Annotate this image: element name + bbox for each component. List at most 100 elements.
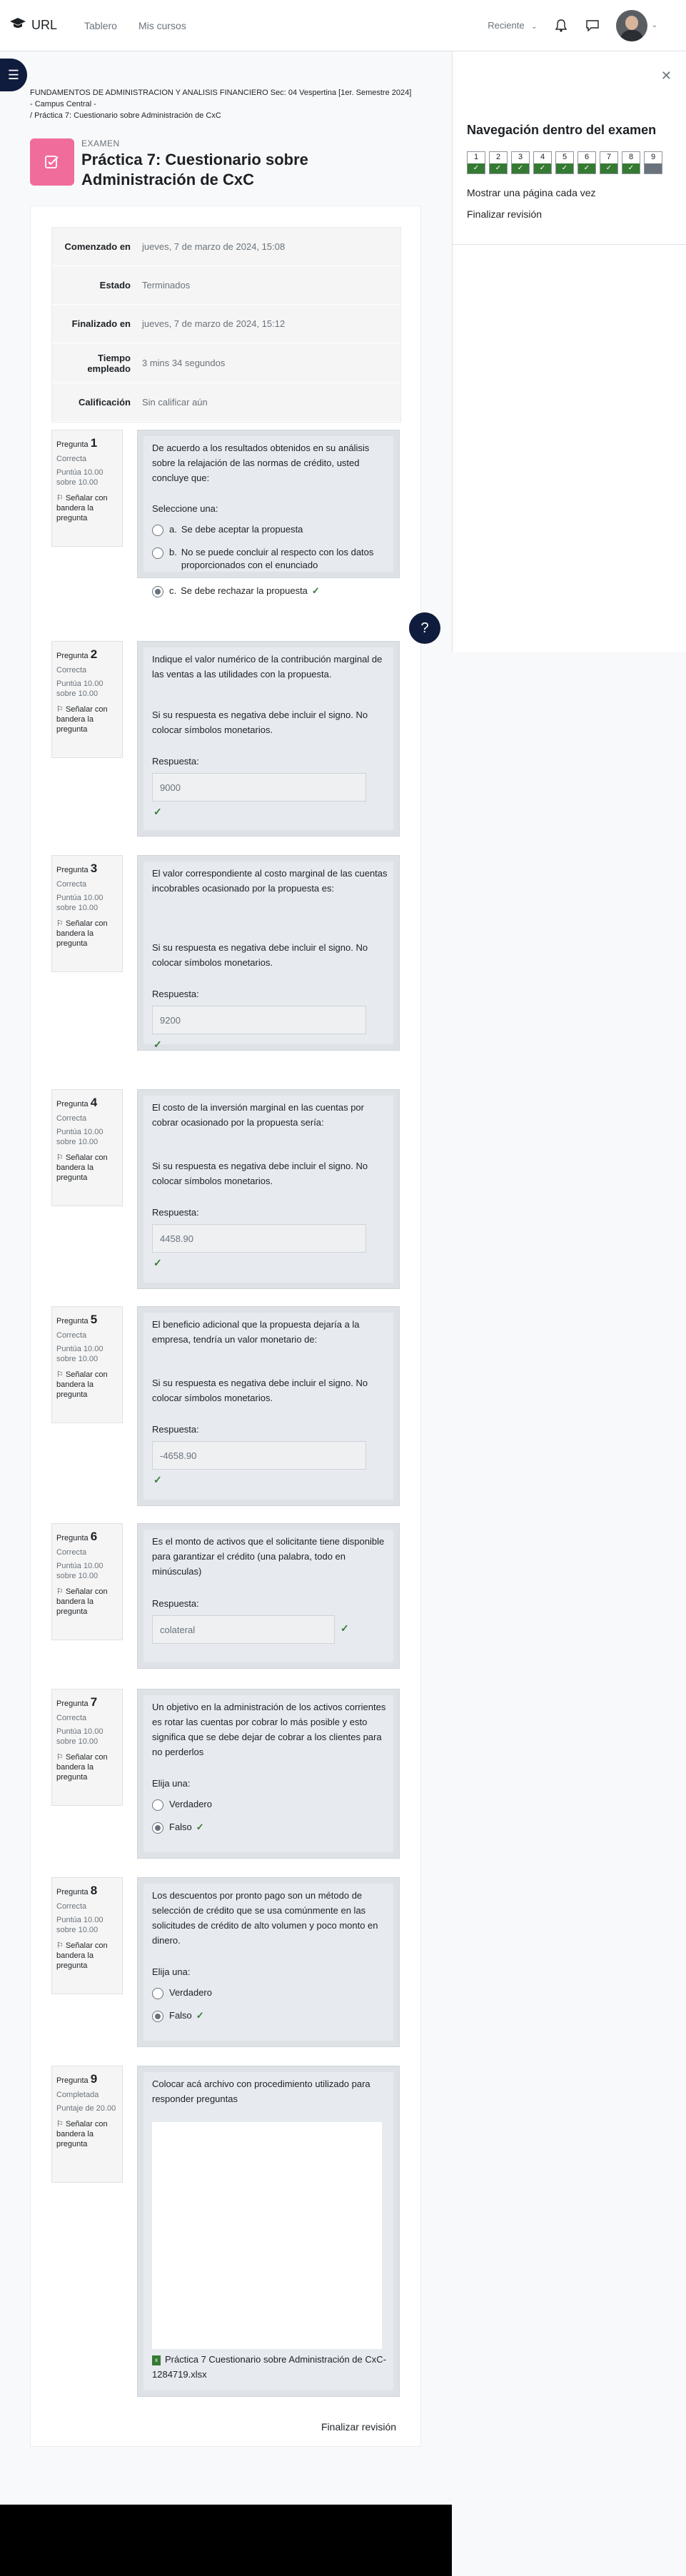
- flag-question[interactable]: ⚐ Señalar con bandera la pregunta: [56, 919, 118, 949]
- question-number: 2: [90, 647, 98, 661]
- nav-link-mis-cursos[interactable]: Mis cursos: [138, 20, 186, 31]
- question-content: Es el monto de activos que el solicitant…: [137, 1523, 400, 1669]
- radio-button[interactable]: [152, 547, 163, 559]
- question-number: 9: [90, 2072, 98, 2086]
- summary-label: Finalizado en: [71, 318, 131, 329]
- question-state: Correcta: [56, 1114, 87, 1123]
- course-index-toggle[interactable]: ☰: [0, 59, 27, 91]
- nav-question-button[interactable]: 3 ✓: [511, 151, 530, 174]
- check-icon: ✓: [468, 163, 485, 173]
- summary-row: Calificación Sin calificar aún: [52, 383, 400, 422]
- chevron-down-icon[interactable]: ⌄: [652, 21, 657, 29]
- flag-question[interactable]: ⚐ Señalar con bandera la pregunta: [56, 1153, 118, 1183]
- check-icon: ✓: [578, 163, 595, 173]
- nav-link-tablero[interactable]: Tablero: [84, 20, 117, 31]
- check-icon: ✓: [622, 163, 640, 173]
- nav-question-number: 3: [518, 153, 523, 161]
- recent-menu[interactable]: Reciente ⌄: [488, 20, 537, 31]
- brand[interactable]: URL: [10, 17, 57, 34]
- activity-type: EXAMEN: [81, 138, 120, 148]
- nav-question-button[interactable]: 9: [644, 151, 662, 174]
- question-marks: Puntaje de 20.00: [56, 2104, 116, 2113]
- question-number: 7: [90, 1695, 98, 1709]
- answer-field[interactable]: 4458.90: [152, 1224, 366, 1253]
- question-text: Colocar acá archivo con procedimiento ut…: [152, 2079, 370, 2104]
- summary-row: Tiempo empleado 3 mins 34 segundos: [52, 343, 400, 383]
- question-info: Pregunta 7 Correcta Puntúa 10.00 sobre 1…: [51, 1689, 123, 1806]
- breadcrumb-activity[interactable]: / Práctica 7: Cuestionario sobre Adminis…: [30, 110, 423, 121]
- nav-question-button[interactable]: 1 ✓: [467, 151, 485, 174]
- flag-question[interactable]: ⚐ Señalar con bandera la pregunta: [56, 1370, 118, 1400]
- question-text: De acuerdo a los resultados obtenidos en…: [152, 443, 370, 483]
- chat-icon[interactable]: [585, 18, 600, 34]
- question-text: Indique el valor numérico de la contribu…: [152, 654, 383, 680]
- flag-question[interactable]: ⚐ Señalar con bandera la pregunta: [56, 1752, 118, 1782]
- answer-field[interactable]: -4658.90: [152, 1441, 366, 1470]
- radio-button-selected[interactable]: [152, 586, 163, 597]
- option-verdadero[interactable]: Verdadero: [152, 1798, 388, 1811]
- question-info: Pregunta 3 Correcta Puntúa 10.00 sobre 1…: [51, 855, 123, 972]
- flag-question[interactable]: ⚐ Señalar con bandera la pregunta: [56, 2119, 118, 2149]
- nav-question-button[interactable]: 4 ✓: [533, 151, 552, 174]
- nav-question-number: 7: [606, 153, 612, 161]
- attached-file-link[interactable]: x Práctica 7 Cuestionario sobre Administr…: [152, 2352, 388, 2382]
- flag-question[interactable]: ⚐ Señalar con bandera la pregunta: [56, 1941, 118, 1971]
- nav-question-button[interactable]: 5 ✓: [555, 151, 574, 174]
- question-marks: Puntúa 10.00 sobre 10.00: [56, 680, 104, 698]
- question-word: Pregunta: [56, 652, 89, 660]
- answer-field[interactable]: 9200: [152, 1006, 366, 1034]
- option-c[interactable]: c. Se debe rechazar la propuesta ✓: [152, 585, 388, 597]
- summary-value: jueves, 7 de marzo de 2024, 15:08: [142, 241, 286, 252]
- avatar[interactable]: [615, 9, 647, 41]
- radio-button-selected[interactable]: [152, 1822, 163, 1834]
- flag-label: Señalar con bandera la pregunta: [56, 494, 108, 522]
- flag-question[interactable]: ⚐ Señalar con bandera la pregunta: [56, 704, 118, 734]
- flag-question[interactable]: ⚐ Señalar con bandera la pregunta: [56, 1587, 118, 1617]
- breadcrumb-campus[interactable]: - Campus Central -: [30, 99, 423, 110]
- check-icon: ✓: [341, 1622, 349, 1634]
- question-word: Pregunta: [56, 1534, 89, 1542]
- radio-button[interactable]: [152, 1988, 163, 1999]
- question-text: El costo de la inversión marginal en las…: [152, 1102, 364, 1128]
- spreadsheet-icon: x: [152, 2355, 161, 2365]
- bell-icon[interactable]: [553, 18, 569, 34]
- question-content: El valor correspondiente al costo margin…: [137, 855, 400, 1051]
- radio-button[interactable]: [152, 525, 163, 536]
- nav-question-button[interactable]: 7 ✓: [600, 151, 618, 174]
- question-state: Correcta: [56, 1714, 87, 1722]
- flag-question[interactable]: ⚐ Señalar con bandera la pregunta: [56, 493, 118, 523]
- summary-row: Estado Terminados: [52, 266, 400, 305]
- finish-review-link[interactable]: Finalizar revisión: [321, 2421, 396, 2433]
- close-icon[interactable]: ✕: [661, 69, 672, 84]
- help-button[interactable]: ?: [409, 612, 440, 644]
- check-icon: ✓: [153, 1039, 162, 1050]
- nav-question-button[interactable]: 6 ✓: [577, 151, 596, 174]
- option-b[interactable]: b. No se puede concluir al respecto con …: [152, 546, 388, 572]
- flag-icon: ⚐: [56, 1153, 64, 1162]
- nav-question-button[interactable]: 2 ✓: [489, 151, 508, 174]
- flag-icon: ⚐: [56, 1370, 64, 1379]
- prompt-label: Elija una:: [152, 1778, 191, 1789]
- question-text: El beneficio adicional que la propuesta …: [152, 1319, 360, 1345]
- question-info: Pregunta 1 Correcta Puntúa 10.00 sobre 1…: [51, 430, 123, 547]
- breadcrumb-course[interactable]: FUNDAMENTOS DE ADMINISTRACION Y ANALISIS…: [30, 87, 423, 99]
- nav-question-button[interactable]: 8 ✓: [622, 151, 640, 174]
- question-info: Pregunta 5 Correcta Puntúa 10.00 sobre 1…: [51, 1306, 123, 1423]
- option-verdadero[interactable]: Verdadero: [152, 1986, 388, 1999]
- radio-button-selected[interactable]: [152, 2011, 163, 2022]
- summary-value: 3 mins 34 segundos: [142, 358, 226, 368]
- option-falso[interactable]: Falso ✓: [152, 2009, 388, 2022]
- radio-button[interactable]: [152, 1799, 163, 1811]
- summary-row: Finalizado en jueves, 7 de marzo de 2024…: [52, 305, 400, 343]
- answer-field[interactable]: colateral: [152, 1615, 335, 1644]
- drawer-finish-review-link[interactable]: Finalizar revisión: [467, 208, 542, 220]
- option-a[interactable]: a. Se debe aceptar la propuesta: [152, 523, 388, 536]
- show-one-page-link[interactable]: Mostrar una página cada vez: [467, 187, 596, 198]
- check-icon: ✓: [490, 163, 507, 173]
- answer-field[interactable]: 9000: [152, 773, 366, 802]
- page-footer: [0, 2505, 452, 2576]
- check-icon: ✓: [556, 163, 573, 173]
- option-falso[interactable]: Falso ✓: [152, 1821, 388, 1834]
- question-word: Pregunta: [56, 1317, 89, 1325]
- question-state: Correcta: [56, 1902, 87, 1911]
